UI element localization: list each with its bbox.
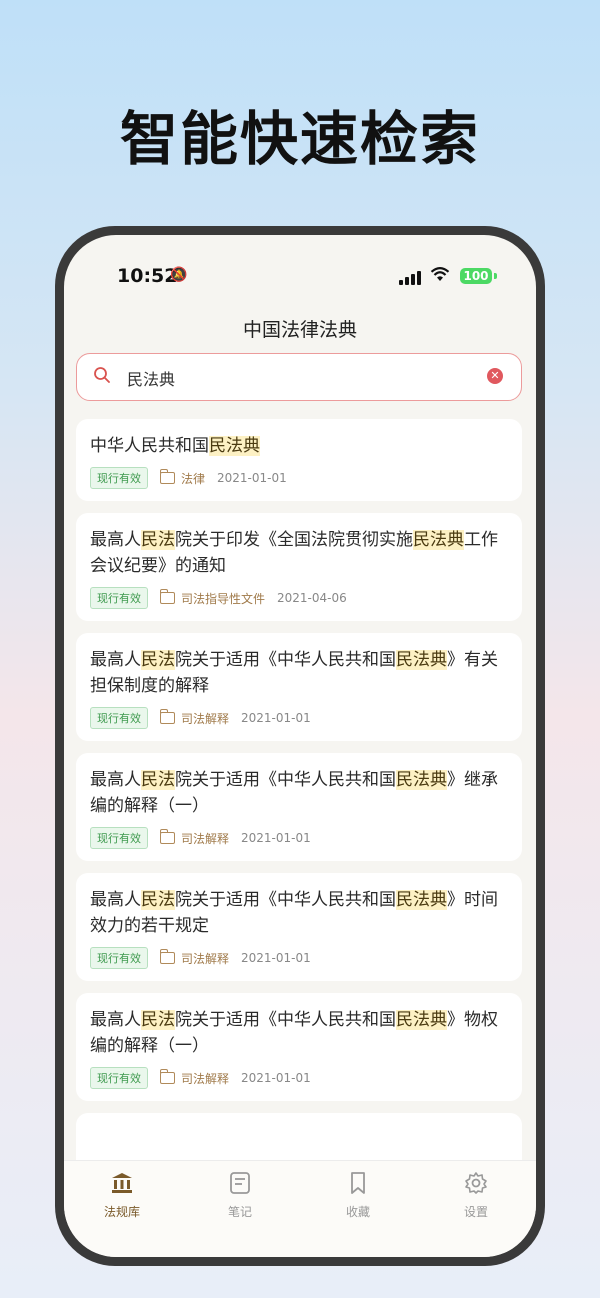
- highlighted-match: 民法: [141, 530, 175, 550]
- battery-icon: 100: [460, 268, 492, 284]
- highlighted-match: 民法典: [209, 436, 260, 456]
- title-text: 中华人民共和国: [90, 436, 209, 456]
- bookmark-icon: [346, 1171, 370, 1195]
- highlighted-match: 民法: [141, 650, 175, 670]
- highlighted-match: 民法: [141, 890, 175, 910]
- status-badge: 现行有效: [90, 467, 148, 489]
- result-title: 最高人民法院关于印发《全国法院贯彻实施民法典工作会议纪要》的通知: [90, 527, 508, 579]
- folder-icon: [160, 1069, 175, 1084]
- result-meta: 现行有效 司法解释 2021-01-01: [90, 947, 508, 969]
- result-card[interactable]: 最高人民法院关于适用《中华人民共和国民法典》继承编的解释（一） 现行有效 司法解释 2…: [76, 753, 522, 861]
- result-title: 最高人民法院关于适用《中华人民共和国民法典》继承编的解释（一）: [90, 767, 508, 819]
- result-category: 法律: [181, 471, 206, 486]
- result-category: 司法指导性文件: [181, 591, 266, 606]
- tab-label: 收藏: [345, 1205, 370, 1219]
- title-text: 院关于适用《中华人民共和国: [175, 890, 396, 910]
- tab-label: 笔记: [227, 1205, 252, 1219]
- title-text: 最高人: [90, 530, 141, 550]
- result-date: 2021-04-06: [277, 591, 347, 605]
- status-badge: 现行有效: [90, 947, 148, 969]
- page-title: 中国法律法典: [242, 319, 357, 341]
- result-date: 2021-01-01: [217, 471, 287, 485]
- app-screen: 10:52 🔕 100 中国法律法典 ✕ 中华人民共和国民法典现行有效法律202…: [64, 235, 536, 1257]
- phone-frame: 10:52 🔕 100 中国法律法典 ✕ 中华人民共和国民法典现行有效法律202…: [55, 226, 545, 1266]
- result-title: 最高人民法院关于适用《中华人民共和国民法典》物权编的解释（一）: [90, 1007, 508, 1059]
- tab-bar: 法规库 笔记 收藏 设置: [64, 1160, 536, 1257]
- status-badge: 现行有效: [90, 587, 148, 609]
- tab-note[interactable]: 笔记: [200, 1171, 280, 1220]
- folder-icon: [160, 829, 175, 844]
- gear-icon: [464, 1171, 488, 1195]
- title-text: 院关于适用《中华人民共和国: [175, 650, 396, 670]
- result-list: 中华人民共和国民法典 现行有效 法律 2021-01-01 最高人民法院关于印发《全国法…: [76, 419, 522, 1185]
- wifi-icon: [430, 266, 450, 287]
- tab-gear[interactable]: 设置: [436, 1171, 516, 1220]
- tab-library[interactable]: 法规库: [82, 1171, 162, 1220]
- folder-icon: [160, 709, 175, 724]
- note-icon: [228, 1171, 252, 1195]
- silent-bell-icon: 🔕: [170, 267, 188, 283]
- result-card[interactable]: 最高人民法院关于适用《中华人民共和国民法典》有关担保制度的解释现行有效 司法解释 2…: [76, 633, 522, 741]
- tab-bookmark[interactable]: 收藏: [318, 1171, 398, 1220]
- title-text: 最高人: [90, 770, 141, 790]
- title-text: 院关于印发《全国法院贯彻实施: [175, 530, 413, 550]
- title-text: 最高人: [90, 1010, 141, 1030]
- search-icon: [93, 366, 111, 384]
- result-title: 中华人民共和国民法典: [90, 433, 508, 459]
- result-card[interactable]: 最高人民法院关于适用《中华人民共和国民法典》物权编的解释（一） 现行有效 司法解释 2…: [76, 993, 522, 1101]
- battery-tip: [494, 273, 497, 279]
- promo-headline: 智能快速检索: [119, 105, 480, 173]
- clear-search-icon[interactable]: ✕: [487, 368, 503, 384]
- highlighted-match: 民法: [141, 770, 175, 790]
- result-category: 司法解释: [181, 951, 230, 966]
- result-meta: 现行有效 司法解释 2021-01-01: [90, 1067, 508, 1089]
- folder-icon: [160, 589, 175, 604]
- search-bar[interactable]: ✕: [76, 353, 522, 401]
- result-title: 最高人民法院关于适用《中华人民共和国民法典》时间效力的若干规定: [90, 887, 508, 939]
- folder-icon: [160, 949, 175, 964]
- result-category: 司法解释: [181, 711, 230, 726]
- result-category: 司法解释: [181, 831, 230, 846]
- result-date: 2021-01-01: [241, 711, 311, 725]
- result-title: 最高人民法院关于适用《中华人民共和国民法典》有关担保制度的解释: [90, 647, 508, 699]
- result-date: 2021-01-01: [241, 831, 311, 845]
- folder-icon: [160, 469, 175, 484]
- tab-label: 法规库: [103, 1205, 140, 1219]
- status-time: 10:52: [117, 265, 178, 287]
- signal-icon: [399, 271, 421, 285]
- status-bar: 10:52 🔕 100: [64, 235, 536, 305]
- result-date: 2021-01-01: [241, 1071, 311, 1085]
- search-input[interactable]: [125, 354, 469, 401]
- highlighted-match: 民法典: [396, 890, 447, 910]
- result-card[interactable]: 最高人民法院关于适用《中华人民共和国民法典》时间效力的若干规定现行有效 司法解释 2…: [76, 873, 522, 981]
- library-icon: [110, 1171, 134, 1195]
- title-text: 院关于适用《中华人民共和国: [175, 1010, 396, 1030]
- result-card[interactable]: 最高人民法院关于印发《全国法院贯彻实施民法典工作会议纪要》的通知现行有效 司法指导…: [76, 513, 522, 621]
- highlighted-match: 民法典: [396, 650, 447, 670]
- title-text: 最高人: [90, 650, 141, 670]
- result-meta: 现行有效 法律 2021-01-01: [90, 467, 508, 489]
- highlighted-match: 民法: [141, 1010, 175, 1030]
- status-badge: 现行有效: [90, 1067, 148, 1089]
- title-text: 院关于适用《中华人民共和国: [175, 770, 396, 790]
- highlighted-match: 民法典: [396, 770, 447, 790]
- highlighted-match: 民法典: [413, 530, 464, 550]
- result-meta: 现行有效 司法解释 2021-01-01: [90, 707, 508, 729]
- status-badge: 现行有效: [90, 827, 148, 849]
- result-date: 2021-01-01: [241, 951, 311, 965]
- result-category: 司法解释: [181, 1071, 230, 1086]
- result-meta: 现行有效 司法指导性文件 2021-04-06: [90, 587, 508, 609]
- result-card[interactable]: 中华人民共和国民法典现行有效 法律 2021-01-01: [76, 419, 522, 501]
- status-badge: 现行有效: [90, 707, 148, 729]
- tab-label: 设置: [463, 1205, 488, 1219]
- highlighted-match: 民法典: [396, 1010, 447, 1030]
- title-text: 最高人: [90, 890, 141, 910]
- result-meta: 现行有效 司法解释 2021-01-01: [90, 827, 508, 849]
